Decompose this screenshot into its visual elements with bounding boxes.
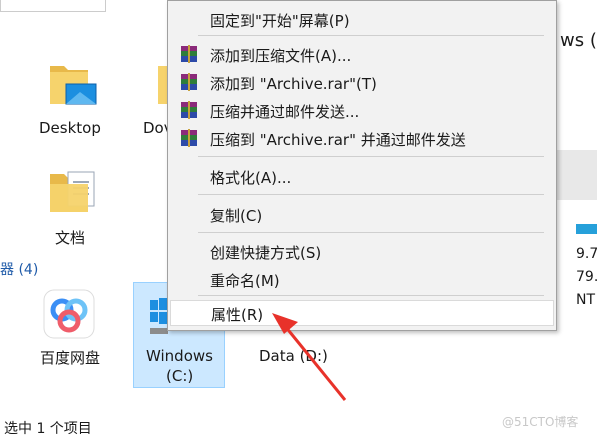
annotation-arrow [272,313,347,401]
